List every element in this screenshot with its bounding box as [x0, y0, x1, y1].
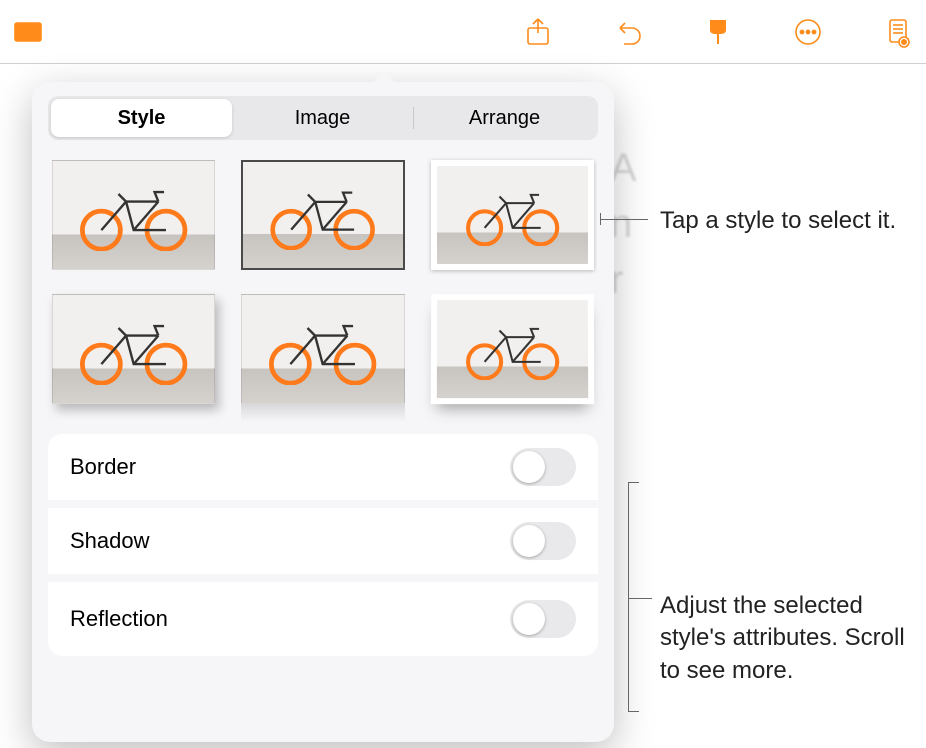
style-option-5[interactable] [241, 294, 404, 404]
callout-text: Tap a style to select it. [660, 207, 896, 234]
tab-style[interactable]: Style [51, 99, 232, 137]
setting-label: Shadow [70, 528, 150, 554]
format-brush-icon[interactable] [698, 12, 738, 52]
tab-label: Style [118, 107, 166, 130]
setting-reflection: Reflection [48, 582, 598, 656]
style-option-3[interactable] [431, 160, 594, 270]
document-icon[interactable] [878, 12, 918, 52]
callout-text: Adjust the selected style's attributes. … [660, 592, 905, 684]
style-option-4[interactable] [52, 294, 215, 404]
callout-styles: Tap a style to select it. [660, 205, 896, 237]
style-option-6[interactable] [431, 294, 594, 404]
background-document-text: Anr [610, 140, 637, 308]
more-icon[interactable] [788, 12, 828, 52]
photos-icon[interactable] [8, 12, 48, 52]
share-icon[interactable] [518, 12, 558, 52]
setting-label: Reflection [70, 606, 168, 632]
tab-label: Arrange [469, 107, 540, 130]
setting-label: Border [70, 454, 136, 480]
format-tabs: Style Image Arrange [48, 96, 598, 140]
tab-arrange[interactable]: Arrange [414, 99, 595, 137]
style-settings: Border Shadow Reflection [48, 434, 598, 656]
setting-shadow: Shadow [48, 508, 598, 582]
shadow-toggle[interactable] [510, 522, 576, 560]
tab-image[interactable]: Image [232, 99, 413, 137]
undo-icon[interactable] [608, 12, 648, 52]
reflection-toggle[interactable] [510, 600, 576, 638]
style-grid [48, 160, 598, 404]
toolbar [0, 0, 926, 64]
format-popover: Style Image Arrange Border Shadow Reflec… [32, 82, 614, 742]
callout-settings: Adjust the selected style's attributes. … [660, 590, 926, 687]
style-option-1[interactable] [52, 160, 215, 270]
setting-border: Border [48, 434, 598, 508]
tab-label: Image [295, 107, 351, 130]
style-option-2[interactable] [241, 160, 404, 270]
border-toggle[interactable] [510, 448, 576, 486]
